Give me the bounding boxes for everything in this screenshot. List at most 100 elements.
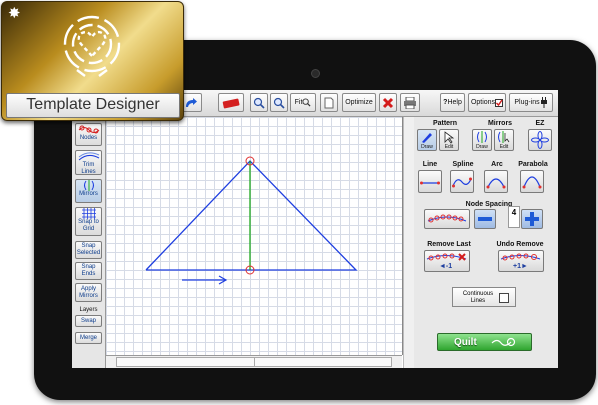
spline-icon bbox=[452, 177, 472, 187]
scroll-divider bbox=[254, 357, 255, 367]
redo-icon bbox=[186, 97, 197, 107]
mirrors-icon bbox=[83, 180, 94, 191]
plug-icon bbox=[540, 97, 547, 108]
zoom-out-button[interactable] bbox=[270, 93, 288, 112]
svg-text:◄-1: ◄-1 bbox=[439, 263, 452, 269]
node-spacing-icon bbox=[427, 214, 467, 223]
plugins-button[interactable]: Plug-ins bbox=[509, 93, 553, 112]
pattern-triangle[interactable] bbox=[145, 160, 358, 271]
page-icon bbox=[324, 97, 334, 108]
eraser-button[interactable] bbox=[218, 93, 244, 112]
svg-text:+1►: +1► bbox=[513, 263, 528, 269]
mirrors-tool-button[interactable]: Mirrors bbox=[75, 179, 102, 203]
mirrors-edit-button[interactable]: Edit bbox=[494, 129, 514, 151]
spline-button[interactable] bbox=[450, 170, 474, 193]
continuous-lines-toggle[interactable]: Continuous Lines bbox=[452, 287, 516, 307]
optimize-button[interactable]: Optimize bbox=[342, 93, 376, 112]
snap-to-grid-button[interactable]: Snap to Grid bbox=[75, 207, 102, 236]
page-button[interactable] bbox=[320, 93, 338, 112]
snap-ends-label: Snap Ends bbox=[81, 264, 96, 277]
undo-remove-button[interactable]: +1► bbox=[498, 250, 544, 272]
plus-icon bbox=[525, 212, 539, 226]
help-button[interactable]: ? Help bbox=[440, 93, 465, 112]
node-spacing-value[interactable]: 4 bbox=[508, 206, 520, 228]
snap-selected-label: Snap Selected bbox=[76, 243, 101, 256]
apply-mirrors-label: Apply Mirrors bbox=[79, 285, 98, 299]
line-button[interactable] bbox=[418, 170, 442, 193]
print-button[interactable] bbox=[400, 93, 420, 112]
heart-in-circle-logo-icon bbox=[63, 15, 121, 77]
nodes-icon bbox=[78, 125, 99, 133]
badge-title: Template Designer bbox=[6, 93, 180, 118]
snap-selected-button[interactable]: Snap Selected bbox=[75, 241, 102, 259]
undo-remove-heading: Undo Remove bbox=[496, 241, 544, 248]
right-tool-panel: Pattern Mirrors EZ Draw Edit Draw Edit L… bbox=[414, 117, 558, 368]
merge-label: Merge bbox=[79, 334, 97, 341]
mirrors-draw-button[interactable]: Draw bbox=[472, 129, 492, 151]
remove-last-button[interactable]: ◄-1 bbox=[424, 250, 470, 272]
flower-icon bbox=[531, 131, 549, 149]
trim-lines-label: Trim Lines bbox=[81, 162, 96, 175]
arc-icon bbox=[486, 177, 506, 188]
vertical-scrollbar[interactable] bbox=[403, 117, 414, 368]
swap-button[interactable]: Swap bbox=[75, 315, 102, 327]
pattern-edit-label: Edit bbox=[444, 144, 454, 150]
options-label: Options bbox=[470, 99, 496, 106]
snap-to-grid-label: Snap to Grid bbox=[78, 219, 99, 232]
spline-heading: Spline bbox=[452, 161, 474, 168]
delete-button[interactable] bbox=[379, 93, 397, 112]
options-button[interactable]: Options bbox=[468, 93, 506, 112]
zoom-in-button[interactable] bbox=[250, 93, 268, 112]
printer-icon bbox=[404, 96, 416, 109]
merge-button[interactable]: Merge bbox=[75, 332, 102, 344]
pattern-drawing bbox=[145, 156, 358, 285]
nodes-button[interactable]: Nodes bbox=[75, 123, 102, 146]
remove-node-icon: ◄-1 bbox=[426, 253, 467, 269]
template-designer-badge: ✸ Template Designer bbox=[1, 1, 184, 121]
plugins-label: Plug-ins bbox=[514, 99, 540, 106]
ez-button[interactable] bbox=[528, 129, 552, 151]
app-screen: Fit Optimize ? Help Options Plug-ins Nod… bbox=[72, 90, 558, 368]
continuous-lines-label: Continuous Lines bbox=[462, 291, 494, 304]
pattern-draw-button[interactable]: Draw bbox=[417, 129, 437, 151]
help-label: Help bbox=[447, 99, 462, 106]
cursor-icon bbox=[444, 131, 455, 144]
direction-arrow-icon bbox=[182, 275, 228, 285]
line-heading: Line bbox=[422, 161, 438, 168]
minus-icon bbox=[478, 217, 492, 221]
arc-button[interactable] bbox=[484, 170, 508, 193]
mirror-draw-icon bbox=[477, 131, 487, 143]
zoom-out-icon bbox=[273, 97, 285, 109]
mirrors-edit-label: Edit bbox=[499, 144, 509, 150]
snap-ends-button[interactable]: Snap Ends bbox=[75, 262, 102, 280]
continuous-lines-checkbox[interactable] bbox=[499, 293, 509, 303]
left-tool-column: Nodes Trim Lines Mirrors Snap to Grid Sn… bbox=[72, 117, 106, 368]
trim-lines-button[interactable]: Trim Lines bbox=[75, 150, 102, 175]
fit-label: Fit bbox=[294, 99, 303, 106]
sparkle-icon: ✸ bbox=[8, 5, 21, 22]
quilt-button[interactable]: Quilt bbox=[437, 333, 532, 351]
apply-mirrors-button[interactable]: Apply Mirrors bbox=[75, 283, 102, 302]
magnifier-icon bbox=[302, 98, 311, 107]
decrease-spacing-button[interactable] bbox=[474, 209, 496, 229]
arc-heading: Arc bbox=[491, 161, 503, 168]
zoom-in-icon bbox=[253, 97, 265, 109]
parabola-button[interactable] bbox=[520, 170, 544, 193]
drawing-canvas[interactable] bbox=[106, 117, 403, 355]
pattern-edit-button[interactable]: Edit bbox=[439, 129, 459, 151]
mirrors-draw-label: Draw bbox=[476, 144, 488, 150]
checkbox-icon bbox=[495, 98, 504, 107]
ez-heading: EZ bbox=[535, 120, 545, 127]
pencil-icon bbox=[422, 133, 432, 143]
layers-label: Layers bbox=[79, 307, 98, 313]
nodes-label: Nodes bbox=[79, 135, 98, 141]
line-icon bbox=[420, 181, 440, 184]
remove-last-heading: Remove Last bbox=[427, 241, 471, 248]
optimize-label: Optimize bbox=[345, 99, 373, 106]
trim-lines-icon bbox=[78, 151, 99, 160]
pattern-heading: Pattern bbox=[432, 120, 458, 127]
increase-spacing-button[interactable] bbox=[521, 209, 543, 229]
horizontal-scrollbar[interactable] bbox=[106, 355, 402, 368]
fit-button[interactable]: Fit bbox=[290, 93, 316, 112]
mirror-edit-icon bbox=[498, 131, 510, 143]
